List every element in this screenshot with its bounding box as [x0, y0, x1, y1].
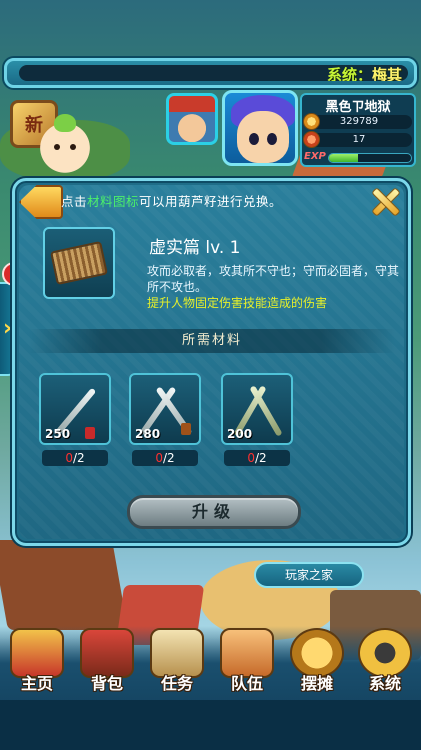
material-have: 0	[65, 451, 73, 465]
exchange-hint: 点击材料图标可以用葫芦籽进行兑换。	[61, 191, 375, 213]
system-broadcast-bar: 系统：梅其	[4, 58, 417, 88]
nav-stall-label: 摆摊	[300, 674, 333, 693]
hint-prefix: 点击	[61, 194, 88, 209]
chevron-right-icon: ›	[3, 316, 13, 341]
nav-stall-button[interactable]: 摆摊	[284, 628, 350, 694]
skill-book-icon[interactable]	[43, 227, 115, 299]
player-home-sign[interactable]: 玩家之家	[254, 562, 364, 588]
twin-dagger-icon[interactable]: 200	[221, 373, 293, 445]
material-stock-count: 200	[227, 427, 253, 441]
nav-team-label: 队伍	[230, 674, 263, 693]
sword-handle-shape	[181, 423, 191, 435]
material-stock-count: 280	[135, 427, 161, 441]
nav-bag-label: 背包	[90, 674, 123, 693]
nav-system-button[interactable]: 系统	[352, 628, 418, 694]
material-slot[interactable]: 200 0/2	[221, 373, 293, 466]
skill-book-description-block: 攻而必取者，攻其所不守也；守而必固者，守其所不攻也。 提升人物固定伤害技能造成的…	[147, 263, 401, 311]
nav-home-button[interactable]: 主页	[4, 628, 70, 694]
system-broadcast-track: 系统：梅其	[19, 65, 408, 81]
exp-label: EXP	[304, 151, 326, 162]
player-stats-panel: 黑色ㄗ地狱 329789 17 EXP	[300, 93, 416, 167]
twin-sword-icon[interactable]: 280	[129, 373, 201, 445]
spear-tassel-shape	[85, 427, 95, 439]
player-name: 黑色ㄗ地狱	[325, 100, 391, 115]
gold-counter[interactable]: 329789	[303, 113, 412, 130]
exp-bar-fill	[329, 154, 358, 162]
gold-value: 329789	[339, 116, 379, 127]
upgrade-button[interactable]: 升级	[127, 495, 301, 529]
material-need: /2	[72, 451, 85, 465]
skill-upgrade-dialog: 点击材料图标可以用葫芦籽进行兑换。 虚实篇 lv. 1 攻而必取者，攻其所不守也…	[12, 178, 411, 546]
player-portrait[interactable]	[222, 90, 298, 166]
player-portrait-eye	[267, 133, 277, 145]
system-broadcast-sender: 梅其	[371, 66, 402, 81]
materials-heading: 所需材料	[29, 329, 395, 353]
bottom-strip	[0, 700, 421, 750]
skill-book-description: 攻而必取者，攻其所不守也；守而必固者，守其所不攻也。	[147, 264, 400, 294]
material-have: 0	[155, 451, 163, 465]
material-requirement: 0/2	[42, 450, 108, 466]
hint-suffix: 可以用葫芦籽进行兑换。	[139, 194, 283, 209]
gem-value: 17	[352, 134, 366, 145]
player-portrait-eye	[249, 133, 259, 145]
nav-home-label: 主页	[20, 674, 53, 693]
nav-quest-label: 任务	[160, 674, 193, 693]
exp-bar	[328, 153, 412, 163]
gem-coin-icon	[303, 131, 320, 148]
system-broadcast-text: 系统：梅其	[327, 65, 402, 81]
material-need: /2	[254, 451, 267, 465]
system-broadcast-prefix: 系统：	[326, 66, 372, 81]
gold-coin-icon	[303, 113, 320, 130]
hint-highlight: 材料图标	[87, 194, 140, 209]
skill-book-title: 虚实篇 lv. 1	[149, 238, 241, 258]
nav-quest-button[interactable]: 任务	[144, 628, 210, 694]
material-slot[interactable]: 250 0/2	[39, 373, 111, 466]
back-arrow-button[interactable]	[19, 185, 63, 219]
material-slot[interactable]: 280 0/2	[129, 373, 201, 466]
skill-book-card: 虚实篇 lv. 1 攻而必取者，攻其所不守也；守而必固者，守其所不攻也。 提升人…	[29, 221, 399, 317]
mascot-icon[interactable]	[36, 114, 94, 182]
material-need: /2	[162, 451, 175, 465]
world-background-tile	[0, 540, 128, 630]
material-requirement: 0/2	[132, 450, 198, 466]
gem-counter[interactable]: 17	[303, 131, 412, 148]
nav-team-button[interactable]: 队伍	[214, 628, 280, 694]
pet-portrait[interactable]	[166, 93, 218, 145]
material-have: 0	[247, 451, 255, 465]
spear-weapon-icon[interactable]: 250	[39, 373, 111, 445]
dagger-blade-shape	[249, 385, 283, 437]
nav-system-label: 系统	[368, 674, 401, 693]
material-requirement: 0/2	[224, 450, 290, 466]
bamboo-scroll-icon	[50, 240, 108, 286]
skill-book-effect: 提升人物固定伤害技能造成的伤害	[147, 296, 328, 310]
nav-bag-button[interactable]: 背包	[74, 628, 140, 694]
close-icon[interactable]	[366, 183, 402, 219]
material-stock-count: 250	[45, 427, 71, 441]
player-portrait-face	[237, 111, 289, 163]
